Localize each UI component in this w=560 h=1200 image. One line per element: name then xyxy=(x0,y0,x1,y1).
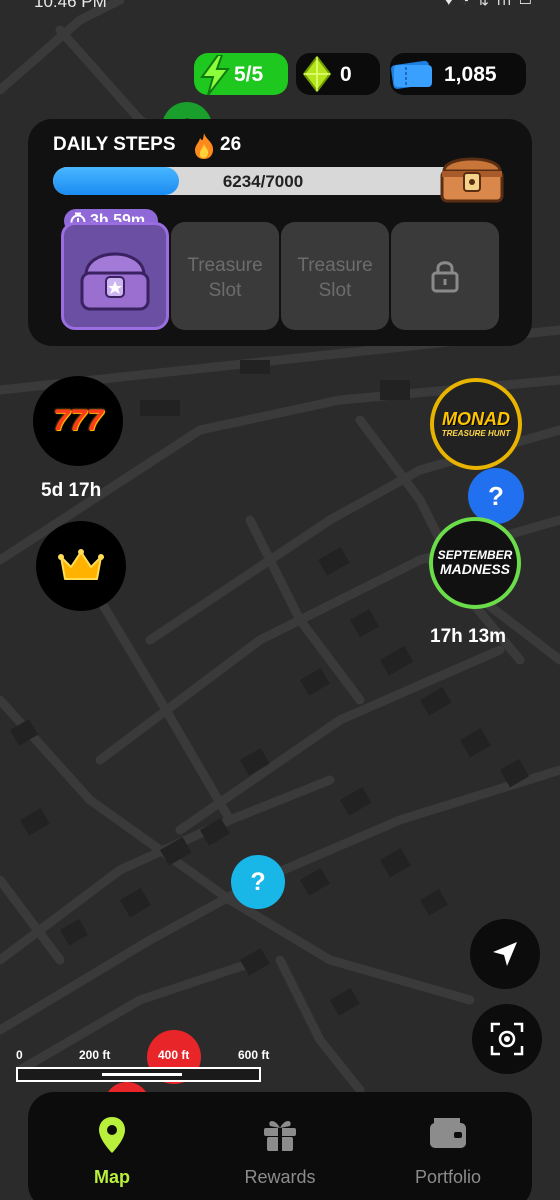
slots-event-countdown: 5d 17h xyxy=(41,480,102,501)
crown-icon xyxy=(58,549,104,580)
help-question-button[interactable]: ? xyxy=(468,468,524,524)
september-madness-button[interactable]: SEPTEMBER MADNESS xyxy=(429,517,521,609)
treasure-slot-2-label: Treasure Slot xyxy=(187,255,263,301)
gem-icon xyxy=(302,56,332,92)
gems-value: 0 xyxy=(340,63,352,86)
energy-value: 5/5 xyxy=(234,63,264,86)
september-subtitle: MADNESS xyxy=(439,560,510,577)
monad-title: MONAD xyxy=(441,409,510,429)
scale-label-0: 0 xyxy=(16,1048,23,1062)
september-countdown: 17h 13m xyxy=(430,626,507,647)
flame-icon xyxy=(195,133,214,159)
nav-rewards-label: Rewards xyxy=(244,1167,316,1187)
navigate-button[interactable] xyxy=(470,919,540,989)
ticket-icon xyxy=(391,60,432,89)
nav-portfolio-label: Portfolio xyxy=(414,1167,482,1187)
treasure-slot-3[interactable]: Treasure Slot xyxy=(281,222,389,330)
scale-label-600: 600 ft xyxy=(238,1048,270,1062)
daily-steps-title: DAILY STEPS xyxy=(53,134,176,155)
daily-steps-panel: DAILY STEPS 26 6234/7000 3h 59m Treasure… xyxy=(28,119,532,346)
steps-progress-text: 6234/7000 xyxy=(222,172,304,191)
nav-portfolio[interactable]: Portfolio xyxy=(364,1092,532,1200)
slots-777-icon: 777 xyxy=(52,404,104,437)
map-question-marker[interactable]: ? xyxy=(231,855,285,909)
lightning-icon xyxy=(200,55,231,95)
tickets-pill[interactable]: 1,085 xyxy=(390,53,526,95)
nav-rewards[interactable]: Rewards xyxy=(196,1092,364,1200)
gift-icon xyxy=(264,1121,296,1151)
treasure-slot-3-label: Treasure Slot xyxy=(297,255,373,301)
scale-label-400: 400 ft xyxy=(158,1048,190,1062)
treasure-slot-locked[interactable] xyxy=(391,222,499,330)
nav-map[interactable]: Map xyxy=(28,1092,196,1200)
wallet-icon xyxy=(430,1118,466,1148)
slots-event-button[interactable]: 777 xyxy=(33,376,123,466)
map-scale-bar xyxy=(16,1067,261,1082)
steps-progress-bar: 6234/7000 xyxy=(53,167,473,195)
scale-label-200: 200 ft xyxy=(79,1048,111,1062)
lock-icon xyxy=(431,261,459,293)
energy-pill[interactable]: 5/5 xyxy=(194,53,288,95)
tickets-value: 1,085 xyxy=(444,63,497,86)
treasure-chest-icon[interactable] xyxy=(436,147,508,205)
status-icons: ♥ ◔ ⇅ ıll ▭ xyxy=(444,0,534,8)
locate-target-icon xyxy=(490,1022,524,1056)
gems-pill[interactable]: 0 xyxy=(296,53,380,95)
map-pin-icon xyxy=(99,1117,125,1153)
status-time: 10:46 PM xyxy=(34,0,107,11)
treasure-slot-1[interactable] xyxy=(61,222,169,330)
status-bar: 10:46 PM ♥ ◔ ⇅ ıll ▭ xyxy=(0,0,560,12)
purple-chest-icon xyxy=(80,252,150,311)
treasure-slot-2[interactable]: Treasure Slot xyxy=(171,222,279,330)
monad-subtitle: TREASURE HUNT xyxy=(441,429,511,438)
nav-map-label: Map xyxy=(94,1167,130,1187)
crown-button[interactable] xyxy=(36,521,126,611)
daily-steps-streak: 26 xyxy=(220,134,242,155)
recenter-button[interactable] xyxy=(472,1004,542,1074)
navigation-arrow-icon xyxy=(493,942,517,966)
monad-treasure-hunt-button[interactable]: MONAD TREASURE HUNT xyxy=(430,378,522,470)
bottom-navigation: Map Rewards Portfolio xyxy=(28,1092,532,1200)
